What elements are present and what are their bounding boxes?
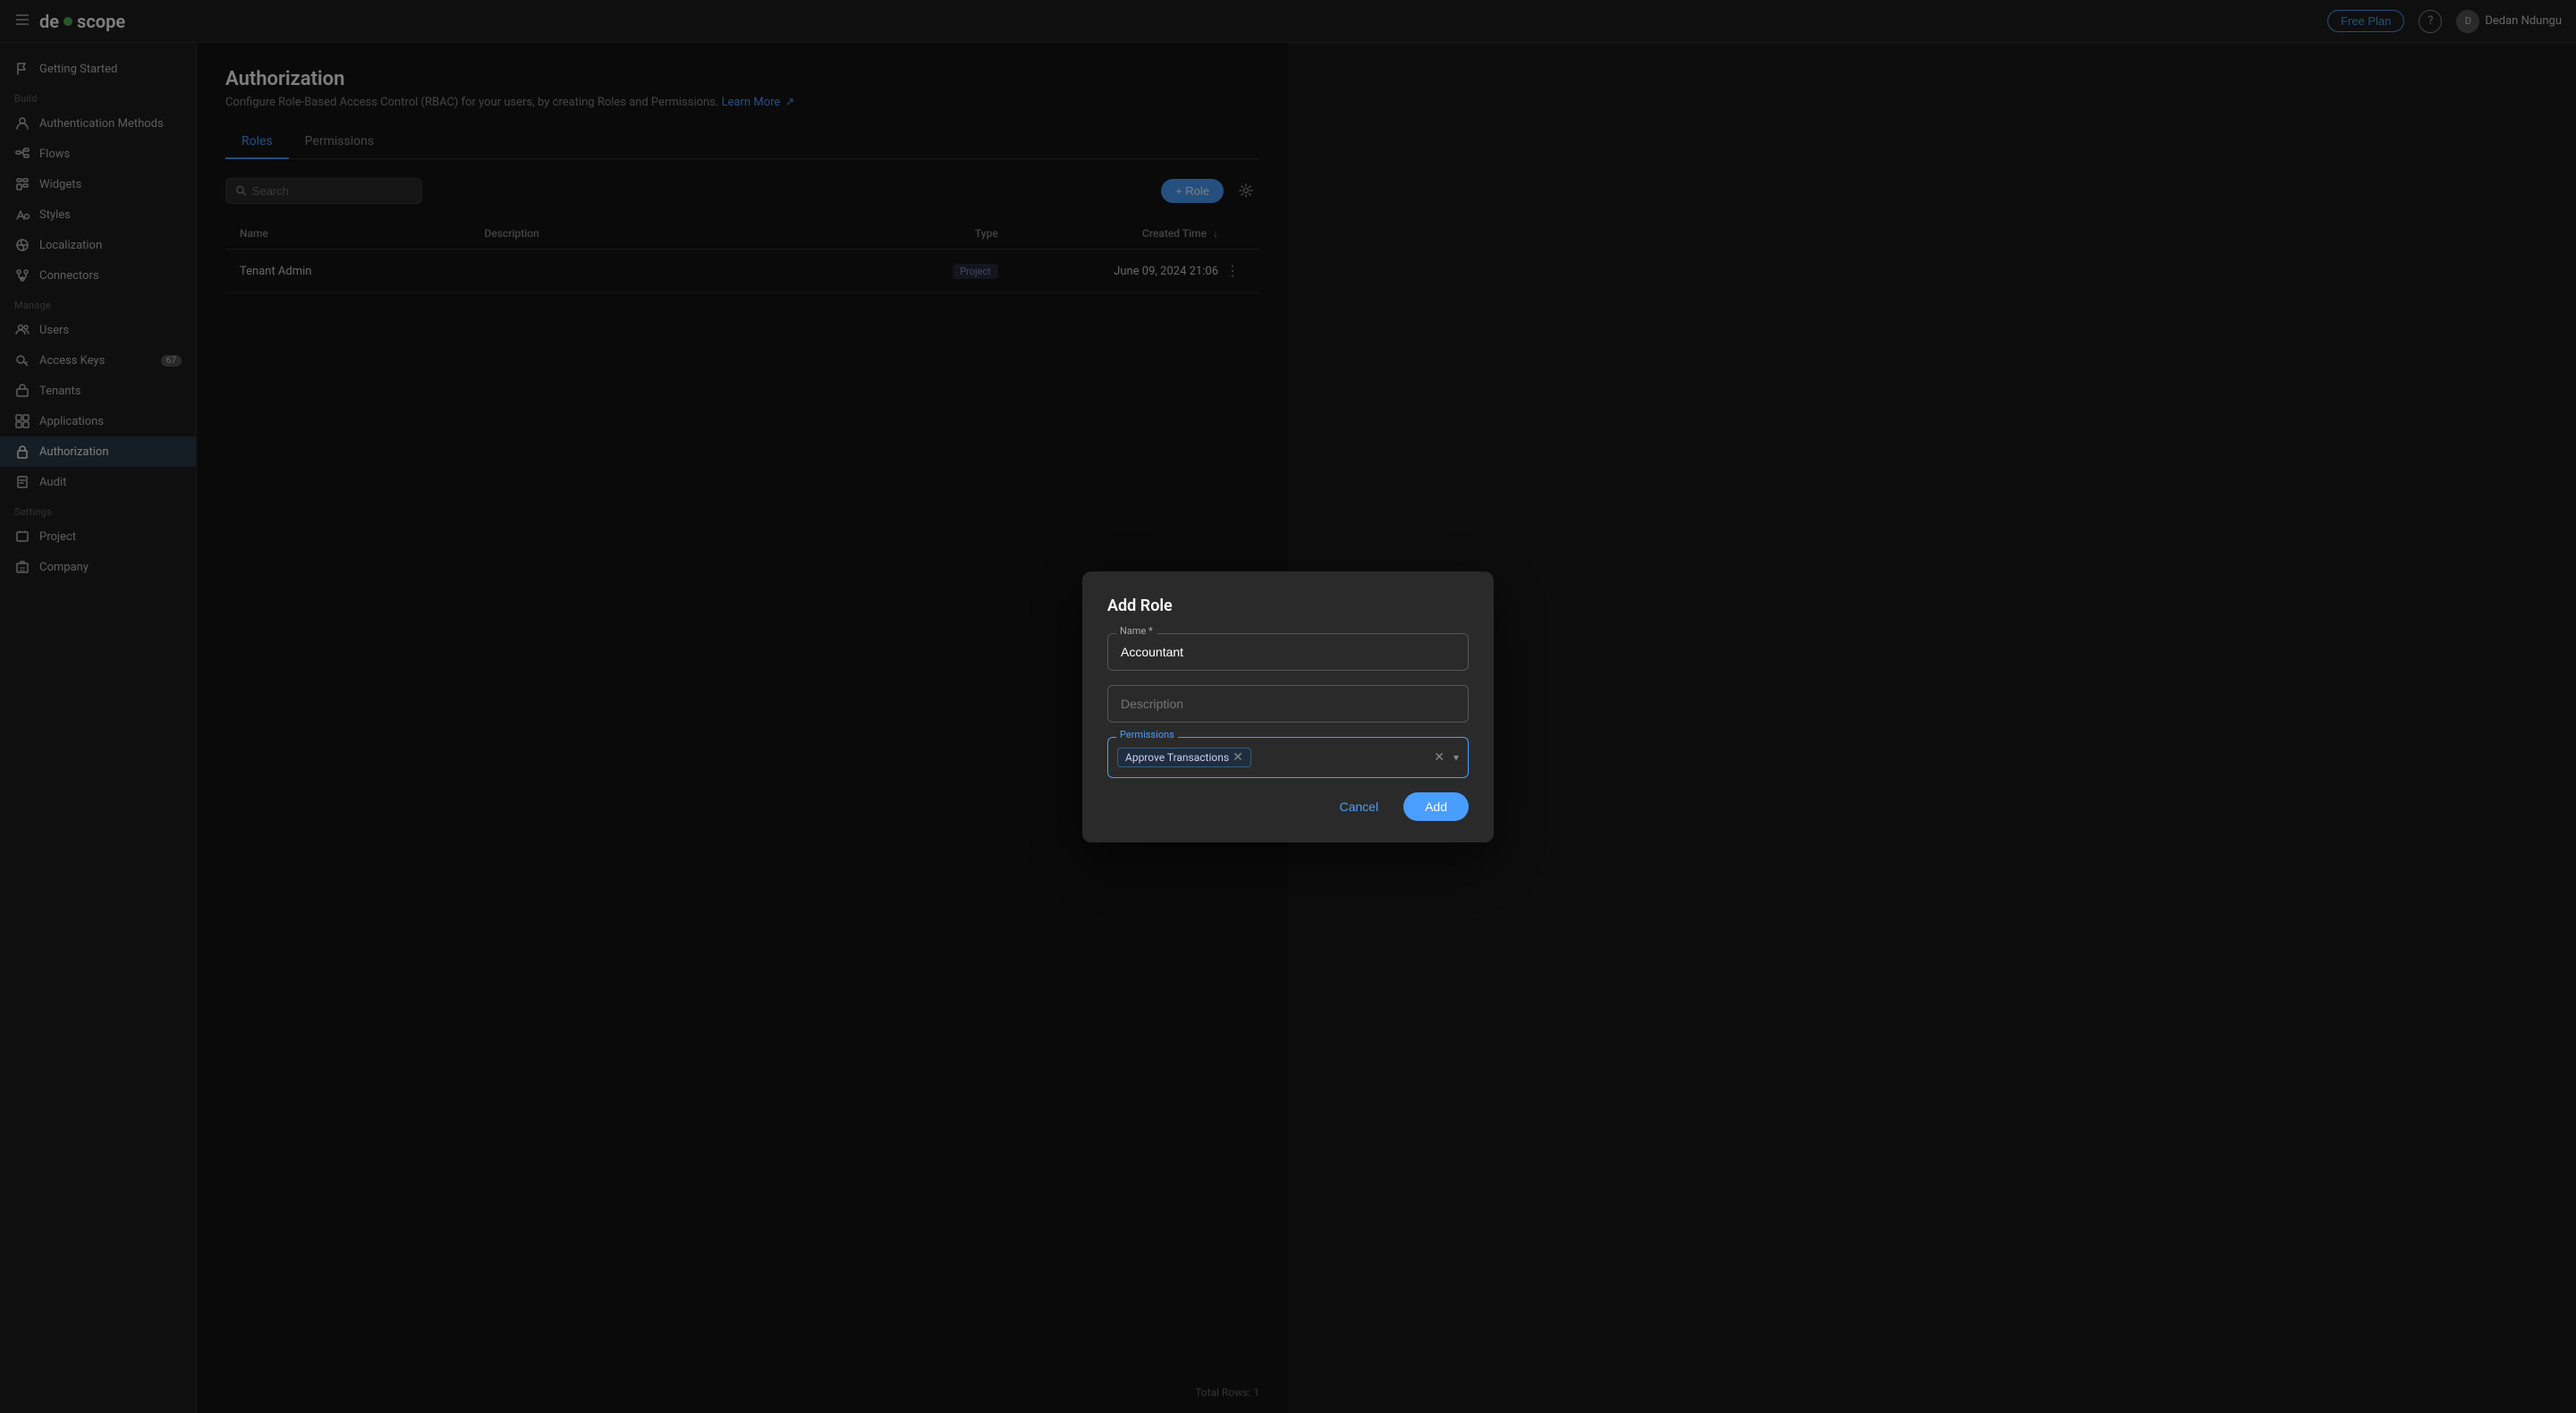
permission-tag-approve-transactions: Approve Transactions ✕: [1117, 748, 1251, 767]
add-button[interactable]: Add: [1403, 792, 1469, 821]
modal-overlay[interactable]: Add Role Name * Permissions Approve Tran…: [0, 0, 2576, 1413]
permission-tag-remove[interactable]: ✕: [1233, 751, 1243, 764]
modal-name-input[interactable]: [1107, 633, 1469, 671]
permissions-label: Permissions: [1116, 729, 1178, 740]
permissions-text-input[interactable]: [1257, 750, 1428, 764]
permissions-clear-icon[interactable]: ✕: [1434, 750, 1445, 765]
modal-title: Add Role: [1107, 597, 1469, 615]
modal-permissions-field: Permissions Approve Transactions ✕ ✕ ▾: [1107, 737, 1469, 778]
permission-tag-label: Approve Transactions: [1125, 751, 1229, 764]
cancel-button[interactable]: Cancel: [1325, 792, 1393, 821]
modal-name-label: Name *: [1116, 625, 1157, 637]
add-role-modal: Add Role Name * Permissions Approve Tran…: [1082, 571, 1494, 842]
modal-description-field: [1107, 685, 1469, 723]
permissions-input-area[interactable]: Approve Transactions ✕ ✕ ▾: [1107, 737, 1469, 778]
permissions-chevron-icon[interactable]: ▾: [1453, 751, 1459, 764]
modal-name-field: Name *: [1107, 633, 1469, 671]
modal-description-input[interactable]: [1107, 685, 1469, 723]
modal-actions: Cancel Add: [1107, 792, 1469, 821]
